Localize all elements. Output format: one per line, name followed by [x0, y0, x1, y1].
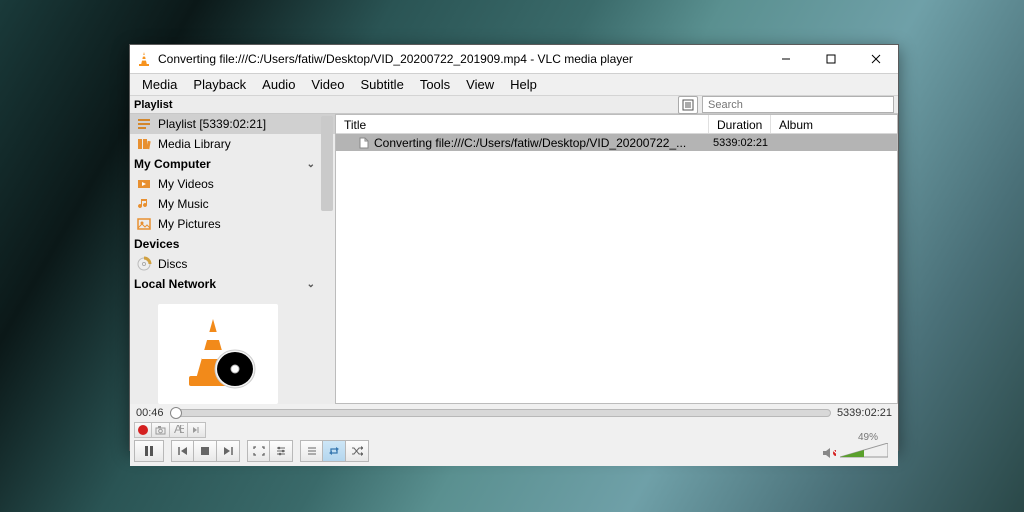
menu-audio[interactable]: Audio: [254, 74, 303, 95]
menu-playback[interactable]: Playback: [185, 74, 254, 95]
track-duration: 5339:02:21: [709, 137, 771, 149]
pictures-icon: [136, 216, 152, 232]
media-library-icon: [136, 136, 152, 152]
loop-a-b-button[interactable]: AB: [170, 422, 188, 438]
playlist-header: Playlist: [130, 96, 898, 114]
frame-step-button[interactable]: [188, 422, 206, 438]
track-title: Converting file:///C:/Users/fatiw/Deskto…: [374, 136, 686, 150]
stop-button[interactable]: [194, 440, 217, 462]
track-list: Title Duration Album Converting file:///…: [335, 114, 898, 404]
titlebar[interactable]: Converting file:///C:/Users/fatiw/Deskto…: [130, 45, 898, 74]
sidebar-item-my-pictures[interactable]: My Pictures: [130, 214, 335, 234]
track-list-header: Title Duration Album: [336, 115, 897, 134]
sidebar-section-devices[interactable]: Devices: [130, 234, 335, 254]
menu-tools[interactable]: Tools: [412, 74, 458, 95]
extra-controls: AB: [130, 422, 898, 440]
svg-text:B: B: [179, 425, 184, 435]
album-art-thumbnail[interactable]: [158, 304, 278, 404]
video-icon: [136, 176, 152, 192]
sidebar-section-local-network[interactable]: Local Network⌄: [130, 274, 335, 294]
sidebar-item-discs[interactable]: Discs: [130, 254, 335, 274]
shuffle-button[interactable]: [346, 440, 369, 462]
chevron-down-icon: ⌄: [307, 159, 315, 170]
track-row[interactable]: Converting file:///C:/Users/fatiw/Deskto…: [336, 134, 897, 151]
sidebar-item-playlist[interactable]: Playlist [5339:02:21]: [130, 114, 335, 134]
speaker-icon: [822, 447, 836, 459]
play-pause-button[interactable]: [134, 440, 164, 462]
album-art-area: [130, 294, 335, 404]
music-icon: [136, 196, 152, 212]
column-duration[interactable]: Duration: [709, 115, 771, 133]
extended-settings-button[interactable]: [270, 440, 293, 462]
snapshot-button[interactable]: [152, 422, 170, 438]
column-album[interactable]: Album: [771, 115, 897, 133]
menu-video[interactable]: Video: [303, 74, 352, 95]
fullscreen-button[interactable]: [247, 440, 270, 462]
record-button[interactable]: [134, 422, 152, 438]
sidebar-item-my-videos[interactable]: My Videos: [130, 174, 335, 194]
menu-view[interactable]: View: [458, 74, 502, 95]
volume-percent: 49%: [858, 432, 878, 443]
next-button[interactable]: [217, 440, 240, 462]
mute-button[interactable]: [822, 447, 836, 459]
chevron-down-icon: ⌄: [307, 279, 315, 290]
time-elapsed[interactable]: 00:46: [136, 407, 164, 419]
toggle-view-button[interactable]: [678, 96, 698, 114]
close-button[interactable]: [853, 45, 898, 74]
volume-slider[interactable]: 49%: [840, 443, 888, 459]
menubar: Media Playback Audio Video Subtitle Tool…: [130, 74, 898, 96]
controls-panel: 00:46 5339:02:21 AB: [130, 404, 898, 466]
vlc-cone-disc-icon: [173, 314, 263, 394]
sidebar-section-my-computer[interactable]: My Computer⌄: [130, 154, 335, 174]
disc-icon: [136, 256, 152, 272]
minimize-button[interactable]: [763, 45, 808, 74]
previous-button[interactable]: [171, 440, 194, 462]
column-title[interactable]: Title: [336, 115, 709, 133]
sidebar-item-my-music[interactable]: My Music: [130, 194, 335, 214]
playlist-label: Playlist: [130, 99, 678, 111]
menu-help[interactable]: Help: [502, 74, 545, 95]
menu-subtitle[interactable]: Subtitle: [352, 74, 411, 95]
sidebar-scrollbar[interactable]: [319, 114, 335, 404]
maximize-button[interactable]: [808, 45, 853, 74]
toggle-playlist-button[interactable]: [300, 440, 323, 462]
file-icon: [358, 137, 370, 149]
playlist-icon: [136, 116, 152, 132]
sidebar: Playlist [5339:02:21] Media Library My C…: [130, 114, 335, 404]
seek-slider[interactable]: [170, 409, 831, 417]
loop-button[interactable]: [323, 440, 346, 462]
window-title: Converting file:///C:/Users/fatiw/Deskto…: [158, 52, 763, 66]
time-total[interactable]: 5339:02:21: [837, 407, 892, 419]
vlc-window: Converting file:///C:/Users/fatiw/Deskto…: [129, 44, 899, 451]
search-input[interactable]: [702, 96, 894, 113]
menu-media[interactable]: Media: [134, 74, 185, 95]
vlc-cone-icon: [136, 51, 152, 67]
list-icon: [682, 99, 694, 111]
desktop-background: Converting file:///C:/Users/fatiw/Deskto…: [0, 0, 1024, 512]
sidebar-item-media-library[interactable]: Media Library: [130, 134, 335, 154]
